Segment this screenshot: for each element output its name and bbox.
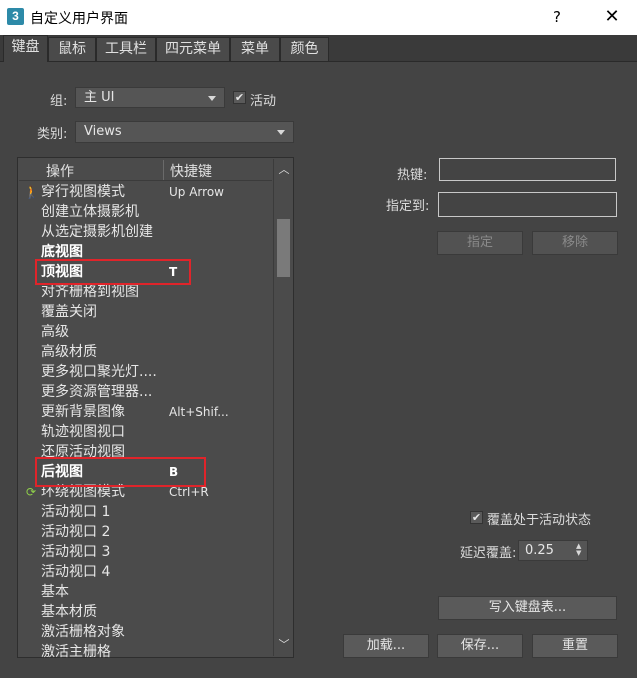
tab-keyboard[interactable]: 键盘 [3, 35, 48, 62]
help-button[interactable]: ? [545, 4, 569, 30]
category-label: 类别: [37, 127, 68, 142]
list-item[interactable]: 基本材质 [18, 602, 274, 622]
list-item[interactable]: 激活主栅格 [18, 642, 274, 658]
tab-quad-menus[interactable]: 四元菜单 [156, 37, 230, 61]
highlight-box-top-view [35, 259, 191, 285]
list-item[interactable]: 更多视口聚光灯.... [18, 362, 274, 382]
group-dropdown[interactable]: 主 UI [75, 87, 225, 108]
active-checkbox-label: 活动 [250, 94, 277, 109]
list-item-action: 活动视口 4 [41, 564, 111, 580]
close-button[interactable]: ✕ [598, 4, 626, 30]
scrollbar-thumb[interactable] [277, 219, 290, 277]
hotkey-input[interactable] [439, 158, 616, 181]
window-title: 自定义用户界面 [30, 11, 128, 27]
walk-icon: 🚶 [24, 185, 39, 199]
list-item[interactable]: 活动视口 4 [18, 562, 274, 582]
spinner-arrows-icon[interactable]: ▲ ▼ [576, 543, 584, 557]
delay-override-label: 延迟覆盖: [460, 546, 517, 561]
tab-menus[interactable]: 菜单 [230, 37, 280, 61]
list-item-action: 基本 [41, 584, 69, 600]
app-icon: 3 [7, 8, 24, 25]
override-checkbox[interactable]: ✔ [470, 511, 483, 524]
list-item-action: 覆盖关闭 [41, 304, 97, 320]
assign-button[interactable]: 指定 [437, 231, 523, 255]
list-item[interactable]: 更多资源管理器... [18, 382, 274, 402]
list-item[interactable]: 活动视口 2 [18, 522, 274, 542]
chevron-down-icon [277, 130, 285, 135]
list-item-action: 更多资源管理器... [41, 384, 153, 400]
orbit-icon: ⟳ [25, 485, 37, 499]
list-item[interactable]: 基本 [18, 582, 274, 602]
category-dropdown-value: Views [84, 124, 122, 139]
write-keyboard-chart-button[interactable]: 写入键盘表... [438, 596, 617, 620]
list-item-action: 对齐栅格到视图 [41, 284, 139, 300]
group-dropdown-value: 主 UI [84, 90, 115, 105]
list-item[interactable]: 从选定摄影机创建 [18, 222, 274, 242]
column-header-shortcut[interactable]: 快捷键 [170, 161, 212, 181]
remove-button[interactable]: 移除 [532, 231, 618, 255]
tab-toolbars[interactable]: 工具栏 [96, 37, 156, 61]
column-divider[interactable] [163, 160, 164, 180]
list-item-shortcut: Alt+Shif... [169, 405, 229, 419]
highlight-box-back-view [35, 457, 206, 487]
delay-override-value: 0.25 [525, 543, 554, 558]
reset-button[interactable]: 重置 [532, 634, 618, 658]
list-scrollbar[interactable]: ︿ ﹀ [273, 159, 293, 656]
list-item[interactable]: 更新背景图像 Alt+Shif... [18, 402, 274, 422]
list-item[interactable]: 创建立体摄影机 [18, 202, 274, 222]
list-item-action: 更新背景图像 [41, 404, 125, 420]
list-item-action: 活动视口 3 [41, 544, 111, 560]
chevron-down-icon[interactable]: ﹀ [278, 639, 290, 651]
list-item-action: 基本材质 [41, 604, 97, 620]
action-list[interactable]: 操作 快捷键 🚶 穿行视图模式 Up Arrow 创建立体摄影机 从选定摄影机创… [17, 157, 294, 658]
list-item[interactable]: 🚶 穿行视图模式 Up Arrow [18, 182, 274, 202]
tab-colors[interactable]: 颜色 [280, 37, 329, 61]
list-item-action: 活动视口 1 [41, 504, 111, 520]
list-item-action: 激活主栅格 [41, 644, 111, 658]
load-button[interactable]: 加载... [343, 634, 429, 658]
list-item-action: 轨迹视图视口 [41, 424, 125, 440]
list-item[interactable]: 激活栅格对象 [18, 622, 274, 642]
list-item-action: 创建立体摄影机 [41, 204, 139, 220]
list-item-action: 活动视口 2 [41, 524, 111, 540]
column-header-action[interactable]: 操作 [46, 161, 74, 181]
title-bar: 3 自定义用户界面 ? ✕ [0, 0, 637, 35]
assign-to-label: 指定到: [386, 199, 430, 214]
list-item[interactable]: 高级 [18, 322, 274, 342]
list-item[interactable]: 轨迹视图视口 [18, 422, 274, 442]
tab-mouse[interactable]: 鼠标 [48, 37, 96, 61]
list-item[interactable]: 覆盖关闭 [18, 302, 274, 322]
hotkey-label: 热键: [397, 168, 428, 183]
assign-to-input[interactable] [438, 192, 617, 217]
list-item-action: 高级材质 [41, 344, 97, 360]
list-item-action: 高级 [41, 324, 69, 340]
list-item-action: 激活栅格对象 [41, 624, 125, 640]
list-item-action: 从选定摄影机创建 [41, 224, 153, 240]
list-item[interactable]: 对齐栅格到视图 [18, 282, 274, 302]
list-item-shortcut: Up Arrow [169, 185, 224, 199]
chevron-down-icon [208, 96, 216, 101]
active-checkbox[interactable]: ✔ [233, 91, 246, 104]
chevron-up-icon[interactable]: ︿ [278, 164, 290, 176]
list-item[interactable]: 高级材质 [18, 342, 274, 362]
list-item[interactable]: 活动视口 3 [18, 542, 274, 562]
override-checkbox-label: 覆盖处于活动状态 [487, 513, 592, 528]
list-header: 操作 快捷键 [19, 159, 272, 181]
delay-override-spinner[interactable]: 0.25 ▲ ▼ [518, 540, 588, 561]
group-label: 组: [50, 94, 68, 109]
list-item-action: 更多视口聚光灯.... [41, 364, 157, 380]
list-item-action: 穿行视图模式 [41, 184, 125, 200]
save-button[interactable]: 保存... [437, 634, 523, 658]
list-item[interactable]: 活动视口 1 [18, 502, 274, 522]
category-dropdown[interactable]: Views [75, 121, 294, 143]
tab-divider [0, 61, 637, 62]
